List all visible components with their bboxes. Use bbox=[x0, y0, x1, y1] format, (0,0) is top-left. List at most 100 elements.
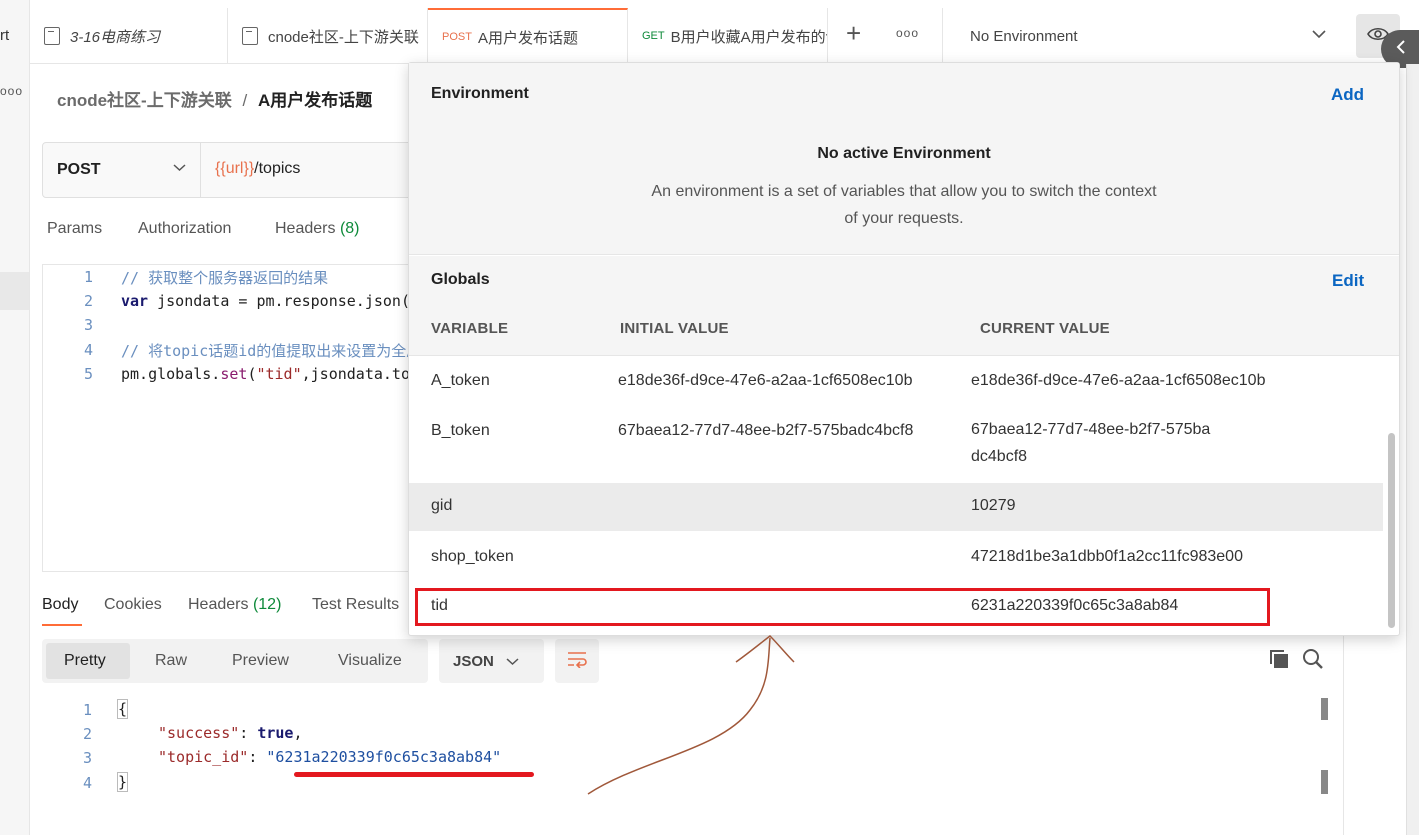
no-environment-description: An environment is a set of variables tha… bbox=[651, 183, 1157, 227]
add-tab-button[interactable]: + bbox=[846, 18, 861, 49]
tab-headers[interactable]: Headers (8) bbox=[275, 220, 360, 238]
global-row: A_token e18de36f-d9ce-47e6-a2aa-1cf6508e… bbox=[409, 372, 1384, 422]
environment-section: Environment Add No active Environment An… bbox=[409, 63, 1399, 255]
global-row: gid 10279 bbox=[409, 483, 1383, 531]
annotation-highlight-box bbox=[415, 588, 1270, 626]
headers-count: (8) bbox=[339, 220, 360, 237]
line-number: 2 bbox=[82, 725, 92, 743]
tab-bar: 3-16电商练习 cnode社区-上下游关联 POST A用户发布话题 GET … bbox=[30, 8, 1419, 64]
document-icon bbox=[242, 27, 258, 45]
annotation-arrow bbox=[587, 635, 795, 795]
globals-title: Globals bbox=[431, 271, 490, 288]
breadcrumb-current: A用户发布话题 bbox=[257, 91, 373, 110]
line-number: 4 bbox=[82, 774, 92, 792]
globals-header: Globals Edit bbox=[409, 256, 1399, 356]
code-keyword: var bbox=[121, 292, 149, 310]
right-sidebar bbox=[1406, 64, 1419, 835]
code-text: jsondata = pm.response.json(); bbox=[148, 292, 411, 310]
code-string: "tid" bbox=[256, 365, 302, 383]
add-environment-link[interactable]: Add bbox=[1331, 85, 1364, 105]
chevron-down-icon bbox=[506, 653, 519, 670]
search-icon[interactable] bbox=[1302, 648, 1324, 674]
line-number: 3 bbox=[83, 316, 93, 334]
tab-get-b-collect[interactable]: GET B用户收藏A用户发布的话题 bbox=[628, 8, 828, 64]
global-variable: A_token bbox=[431, 372, 490, 389]
code-text: pm.globals. bbox=[121, 365, 221, 383]
sidebar-selected-item[interactable] bbox=[0, 272, 29, 310]
tab-post-a-publish[interactable]: POST A用户发布话题 bbox=[428, 8, 628, 64]
column-header-current: CURRENT VALUE bbox=[980, 320, 1110, 337]
chevron-down-icon bbox=[173, 160, 186, 175]
copy-icon[interactable] bbox=[1268, 648, 1290, 674]
global-variable: shop_token bbox=[431, 548, 514, 565]
format-value: JSON bbox=[453, 652, 494, 670]
sidebar-strip: rt ooo bbox=[0, 0, 30, 835]
tab-label: cnode社区-上下游关联 bbox=[268, 28, 419, 46]
global-current-value: 10279 bbox=[971, 497, 1016, 514]
scrollbar-thumb[interactable] bbox=[1388, 433, 1395, 628]
line-number: 1 bbox=[82, 701, 92, 719]
tab-test-results[interactable]: Test Results bbox=[312, 596, 399, 614]
url-input[interactable]: {{url}}/topics bbox=[215, 160, 300, 178]
breadcrumb-parent[interactable]: cnode社区-上下游关联 bbox=[57, 91, 232, 110]
line-number: 4 bbox=[83, 341, 93, 359]
scrollbar-thumb[interactable] bbox=[1321, 770, 1328, 794]
global-current-value: 67baea12-77d7-48ee-b2f7-575badc4bcf8 bbox=[971, 421, 1211, 465]
code-line: pm.globals.set("tid",jsondata.topic_id); bbox=[121, 365, 411, 383]
tab-cnode[interactable]: cnode社区-上下游关联 bbox=[228, 8, 428, 64]
tab-authorization[interactable]: Authorization bbox=[138, 220, 231, 238]
json-line: "success": true, bbox=[158, 724, 303, 742]
response-mode-bar: Pretty Raw Preview Visualize bbox=[42, 639, 428, 683]
request-url-bar: POST {{url}}/topics bbox=[42, 142, 412, 198]
more-tabs-icon[interactable]: ooo bbox=[896, 26, 919, 40]
tests-script-editor[interactable]: 1 2 3 4 5 // 获取整个服务器返回的结果 var jsondata =… bbox=[42, 264, 411, 572]
json-key: "topic_id" bbox=[158, 748, 249, 766]
global-current-value: e18de36f-d9ce-47e6-a2aa-1cf6508ec10b bbox=[971, 372, 1266, 389]
url-path: /topics bbox=[254, 160, 301, 177]
active-tab-indicator bbox=[42, 624, 82, 626]
code-comment: // 将topic话题id的值提取出来设置为全局变量 bbox=[121, 342, 411, 360]
more-options-icon[interactable]: ooo bbox=[0, 84, 23, 98]
global-current-value: 47218d1be3a1dbb0f1a2cc11fc983e00 bbox=[971, 548, 1243, 565]
global-initial-value: e18de36f-d9ce-47e6-a2aa-1cf6508ec10b bbox=[618, 372, 913, 389]
json-value-string: "6231a220339f0c65c3a8ab84" bbox=[266, 748, 502, 766]
column-header-variable: VARIABLE bbox=[431, 320, 509, 337]
tab-cookies[interactable]: Cookies bbox=[104, 596, 162, 614]
code-text: ,jsondata.topic_id); bbox=[301, 365, 411, 383]
tab-response-headers[interactable]: Headers (12) bbox=[188, 596, 281, 614]
sidebar-text-fragment: rt bbox=[0, 27, 10, 44]
tab-body[interactable]: Body bbox=[42, 596, 78, 614]
global-row: shop_token 47218d1be3a1dbb0f1a2cc11fc983… bbox=[409, 548, 1384, 588]
global-variable: B_token bbox=[431, 422, 490, 439]
no-active-environment-title: No active Environment bbox=[817, 145, 991, 162]
mode-pretty[interactable]: Pretty bbox=[64, 639, 106, 683]
breadcrumb-separator: / bbox=[242, 91, 248, 110]
json-value-bool: true bbox=[257, 724, 294, 742]
url-variable: {{url}} bbox=[215, 160, 255, 177]
code-comment: // 获取整个服务器返回的结果 bbox=[121, 269, 329, 287]
json-key: "success" bbox=[158, 724, 240, 742]
environment-title: Environment bbox=[431, 85, 529, 102]
mode-preview[interactable]: Preview bbox=[232, 639, 289, 683]
chevron-left-icon bbox=[1396, 39, 1406, 59]
global-variable: gid bbox=[431, 497, 453, 514]
edit-globals-link[interactable]: Edit bbox=[1332, 271, 1364, 291]
headers-count: (12) bbox=[252, 596, 282, 613]
mode-visualize[interactable]: Visualize bbox=[338, 639, 402, 683]
tab-params[interactable]: Params bbox=[47, 220, 102, 238]
line-number: 3 bbox=[82, 749, 92, 767]
environment-selector[interactable]: No Environment bbox=[942, 8, 1344, 64]
mode-raw[interactable]: Raw bbox=[155, 639, 187, 683]
scrollbar-thumb[interactable] bbox=[1321, 698, 1328, 720]
method-select[interactable]: POST bbox=[43, 143, 201, 197]
tab-3-16[interactable]: 3-16电商练习 bbox=[30, 8, 228, 64]
tab-method: GET bbox=[642, 30, 665, 42]
format-select[interactable]: JSON bbox=[439, 639, 544, 683]
tab-label: B用户收藏A用户发布的话题 bbox=[670, 28, 827, 46]
tab-headers-label: Headers bbox=[188, 596, 249, 613]
chevron-down-icon bbox=[1312, 26, 1326, 42]
tab-label: A用户发布话题 bbox=[477, 29, 578, 47]
json-open-brace: { bbox=[116, 699, 129, 719]
global-row: B_token 67baea12-77d7-48ee-b2f7-575badc4… bbox=[409, 421, 1384, 482]
environment-selector-value: No Environment bbox=[970, 27, 1078, 45]
